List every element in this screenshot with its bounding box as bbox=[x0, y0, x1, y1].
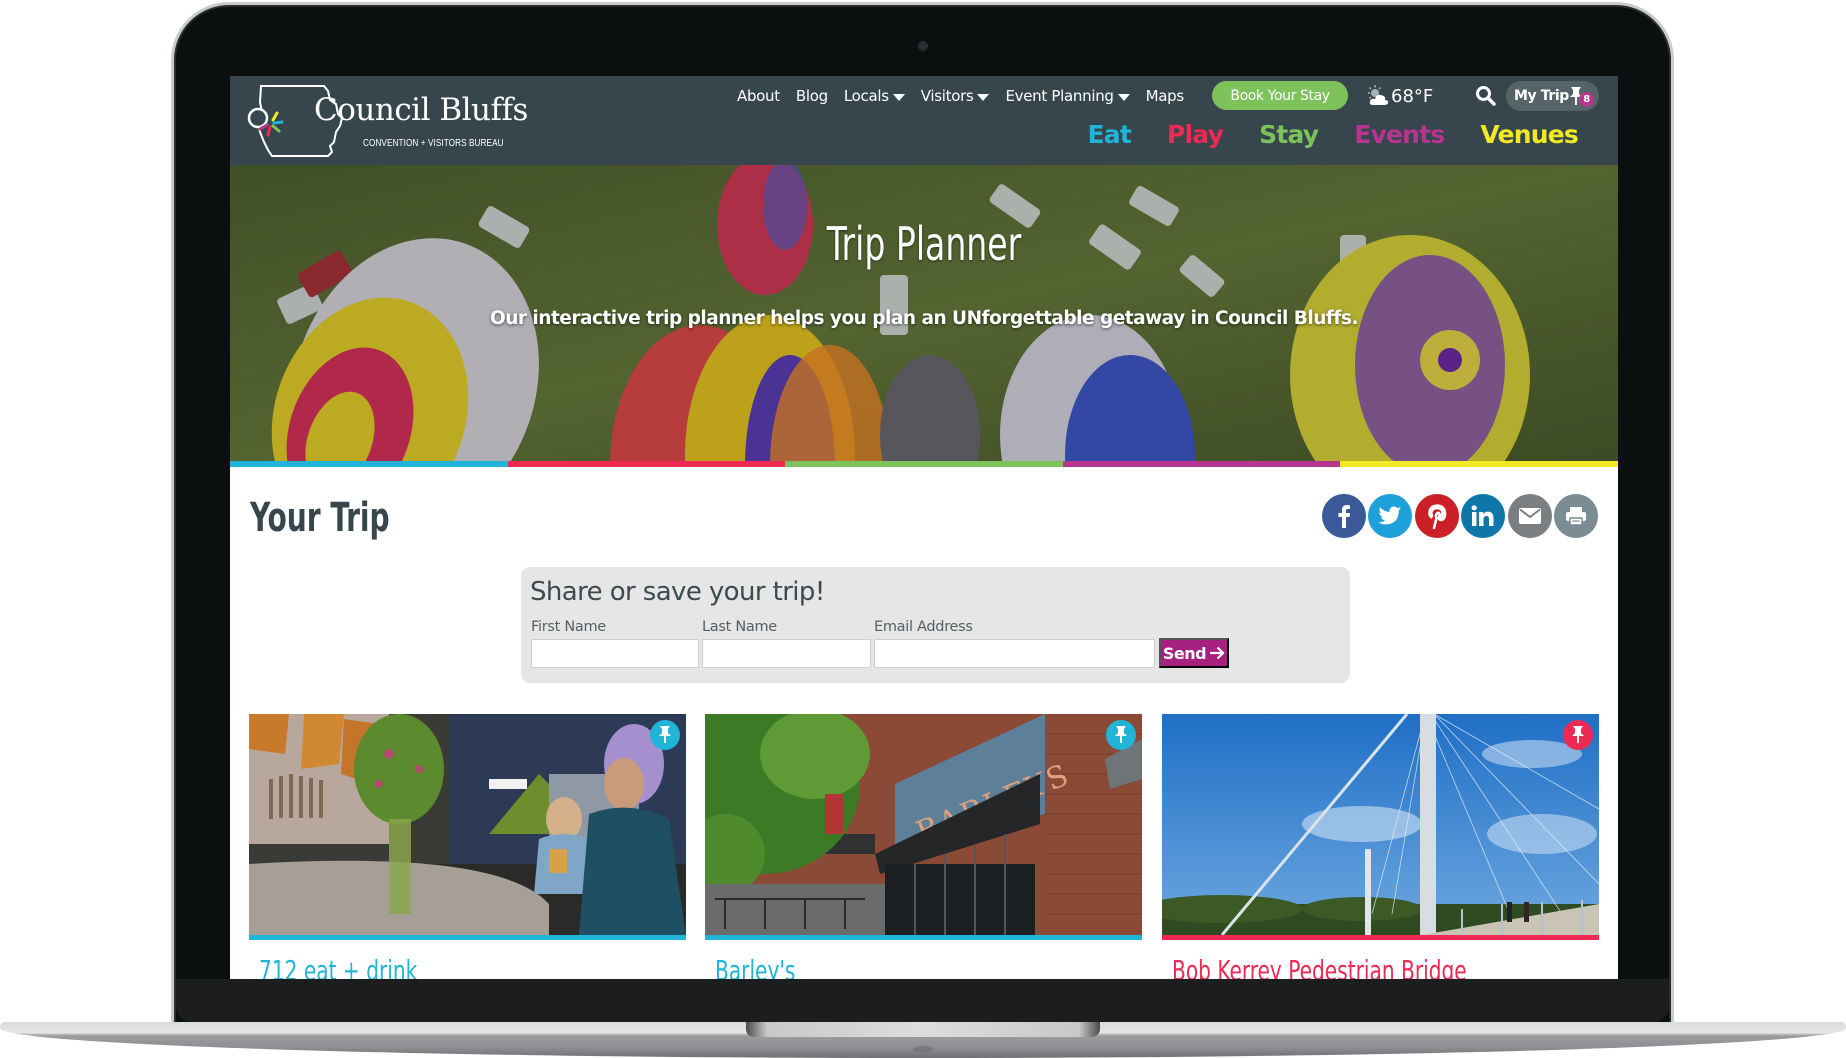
nav-play[interactable]: Play bbox=[1167, 120, 1224, 149]
laptop-bottom-bezel bbox=[176, 979, 1669, 1023]
card-title[interactable]: Bob Kerrey Pedestrian Bridge bbox=[1172, 954, 1467, 979]
email-label: Email Address bbox=[874, 619, 973, 635]
webcam bbox=[918, 41, 928, 51]
partly-cloudy-icon bbox=[1368, 85, 1389, 105]
bar-restaurant-image bbox=[249, 714, 686, 935]
nav-maps[interactable]: Maps bbox=[1145, 87, 1185, 105]
card-accent-bar bbox=[1162, 935, 1599, 940]
my-trip-button[interactable]: My Trip 8 bbox=[1506, 81, 1599, 111]
share-trip-form: Share or save your trip! First Name Last… bbox=[521, 567, 1350, 683]
pushpin-icon bbox=[1115, 726, 1127, 743]
nav-event-planning-label: Event Planning bbox=[1005, 87, 1114, 105]
share-toolbar bbox=[1322, 494, 1600, 538]
my-trip-label: My Trip bbox=[1514, 88, 1569, 104]
laptop-hinge-notch bbox=[746, 1022, 1100, 1037]
utility-nav: About Blog Locals Visitors Event Plannin… bbox=[737, 81, 1200, 111]
suspension-bridge-photo[interactable] bbox=[1162, 714, 1599, 935]
card-accent-bar bbox=[705, 935, 1142, 940]
nav-visitors[interactable]: Visitors bbox=[921, 87, 990, 105]
caret-down-icon bbox=[977, 94, 990, 101]
card-title[interactable]: Barley's bbox=[715, 954, 795, 979]
color-bar-segment bbox=[1062, 461, 1341, 467]
pinterest-icon bbox=[1427, 504, 1447, 529]
caret-down-icon bbox=[892, 94, 905, 101]
send-button[interactable]: Send bbox=[1159, 638, 1229, 668]
site-header: Council Bluffs CONVENTION + VISITORS BUR… bbox=[230, 76, 1618, 165]
brand-color-bar bbox=[230, 461, 1618, 467]
color-bar-segment bbox=[230, 461, 508, 467]
nav-events[interactable]: Events bbox=[1354, 120, 1445, 149]
share-twitter-button[interactable] bbox=[1368, 494, 1413, 538]
nav-blog-label: Blog bbox=[795, 87, 828, 105]
nav-stay[interactable]: Stay bbox=[1259, 120, 1319, 149]
color-bar-segment bbox=[507, 461, 786, 467]
page-title: Your Trip bbox=[250, 495, 390, 541]
printer-icon bbox=[1565, 507, 1586, 526]
main-nav: Eat Play Stay Events Venues bbox=[1052, 120, 1579, 149]
color-bar-segment bbox=[785, 461, 1063, 467]
council-bluffs-logo[interactable]: Council Bluffs CONVENTION + VISITORS BUR… bbox=[246, 82, 528, 160]
book-your-stay-button[interactable]: Book Your Stay bbox=[1212, 81, 1348, 110]
last-name-input[interactable] bbox=[702, 639, 871, 668]
nav-locals[interactable]: Locals bbox=[844, 87, 905, 105]
bar-restaurant-photo[interactable] bbox=[249, 714, 686, 935]
nav-about[interactable]: About bbox=[737, 87, 780, 105]
share-form-heading: Share or save your trip! bbox=[530, 577, 825, 607]
first-name-label: First Name bbox=[531, 619, 606, 635]
last-name-label: Last Name bbox=[702, 619, 777, 635]
trip-count-badge: 8 bbox=[1579, 92, 1594, 107]
share-facebook-button[interactable] bbox=[1322, 494, 1366, 538]
pin-toggle-button[interactable] bbox=[1563, 720, 1593, 750]
logo-name: Council Bluffs bbox=[314, 92, 528, 128]
weather-widget[interactable]: 68°F bbox=[1366, 82, 1433, 110]
share-pinterest-button[interactable] bbox=[1414, 494, 1459, 538]
browser-viewport: Council Bluffs CONVENTION + VISITORS BUR… bbox=[230, 76, 1618, 979]
nav-about-label: About bbox=[737, 87, 780, 105]
facebook-icon bbox=[1338, 505, 1350, 528]
brick-storefront-photo[interactable]: BARLEYS bbox=[705, 714, 1142, 935]
nav-event-planning[interactable]: Event Planning bbox=[1005, 87, 1130, 105]
logo-tagline: CONVENTION + VISITORS BUREAU bbox=[363, 137, 504, 149]
linkedin-icon bbox=[1471, 505, 1494, 526]
twitter-icon bbox=[1378, 506, 1402, 525]
card-title[interactable]: 712 eat + drink bbox=[259, 954, 417, 979]
email-input[interactable] bbox=[874, 639, 1155, 668]
nav-blog[interactable]: Blog bbox=[796, 87, 828, 105]
hero-title: Trip Planner bbox=[826, 217, 1022, 271]
share-email-button[interactable] bbox=[1507, 494, 1552, 538]
nav-locals-label: Locals bbox=[843, 87, 889, 105]
envelope-icon bbox=[1518, 508, 1541, 524]
hero-subtitle: Our interactive trip planner helps you p… bbox=[489, 308, 1359, 329]
color-bar-segment bbox=[1340, 461, 1618, 467]
pushpin-icon bbox=[659, 726, 671, 743]
nav-venues[interactable]: Venues bbox=[1480, 120, 1578, 149]
card-accent-bar bbox=[249, 935, 686, 940]
storefront-image: BARLEYS bbox=[705, 714, 1142, 935]
bridge-image bbox=[1162, 714, 1599, 935]
hero-banner: Trip Planner Our interactive trip planne… bbox=[230, 165, 1618, 461]
pin-toggle-button[interactable] bbox=[1106, 720, 1136, 750]
search-button[interactable] bbox=[1475, 85, 1497, 107]
laptop-base-indent bbox=[913, 1046, 933, 1053]
send-button-label: Send bbox=[1162, 643, 1207, 663]
first-name-input[interactable] bbox=[531, 639, 699, 668]
share-linkedin-button[interactable] bbox=[1461, 494, 1506, 538]
print-button[interactable] bbox=[1553, 494, 1598, 538]
caret-down-icon bbox=[1117, 94, 1130, 101]
search-icon bbox=[1476, 86, 1496, 106]
arrow-right-icon bbox=[1210, 646, 1225, 660]
weather-temperature: 68°F bbox=[1391, 85, 1434, 107]
nav-maps-label: Maps bbox=[1145, 87, 1185, 105]
pushpin-icon bbox=[1572, 726, 1584, 743]
nav-eat[interactable]: Eat bbox=[1088, 120, 1132, 149]
pin-toggle-button[interactable] bbox=[650, 720, 680, 750]
nav-visitors-label: Visitors bbox=[920, 87, 974, 105]
